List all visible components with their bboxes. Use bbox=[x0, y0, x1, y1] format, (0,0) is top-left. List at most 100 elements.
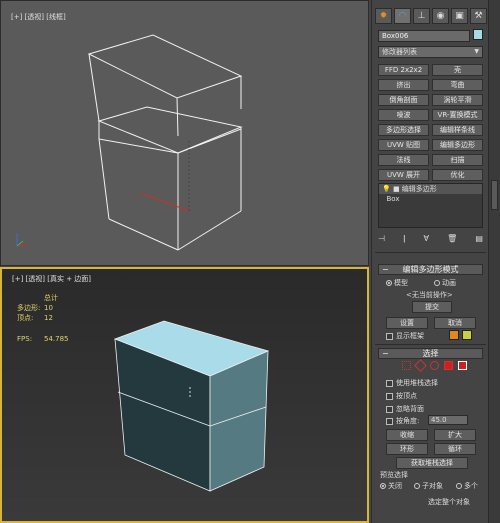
edge-select-icon[interactable] bbox=[414, 359, 427, 372]
rollout-title: 选择 bbox=[422, 349, 439, 358]
modifier-button[interactable]: UVW 贴图 bbox=[378, 139, 429, 151]
utilities-tab-icon[interactable]: ⚒ bbox=[470, 8, 487, 24]
perspective-viewport[interactable]: [+] [透视] [真实 + 边面] 总计 多边形: 10 顶点: 12 FPS: 5… bbox=[0, 267, 369, 523]
preview-subobject-radio[interactable]: 子对象 bbox=[414, 481, 443, 491]
scroll-thumb[interactable] bbox=[491, 180, 498, 210]
checkbox-label: 使用堆栈选择 bbox=[396, 379, 438, 387]
use-stack-selection-checkbox[interactable]: 使用堆栈选择 bbox=[386, 378, 438, 388]
x-axis-line bbox=[140, 192, 190, 212]
modifier-button[interactable]: 扫描 bbox=[432, 154, 483, 166]
collapse-icon: − bbox=[382, 349, 389, 358]
modifier-button[interactable]: 法线 bbox=[378, 154, 429, 166]
modifier-button[interactable]: 优化 bbox=[432, 169, 483, 181]
stack-item-edit-poly[interactable]: 💡 ■ 编辑多边形 bbox=[379, 184, 482, 194]
stack-item-label: 编辑多边形 bbox=[401, 185, 437, 193]
polygon-select-icon[interactable] bbox=[444, 361, 453, 370]
remove-modifier-icon[interactable]: 🗑 bbox=[447, 234, 457, 243]
object-color-swatch[interactable] bbox=[473, 29, 483, 40]
stack-toolbar: ⊣ ǀ ∀ 🗑 ▤ bbox=[378, 234, 483, 243]
checkbox-icon bbox=[386, 392, 393, 400]
modify-tab-icon[interactable]: ◠ bbox=[394, 8, 411, 24]
make-unique-icon[interactable]: ∀ bbox=[424, 234, 429, 243]
modifier-button[interactable]: VR-置换模式 bbox=[432, 109, 483, 121]
radio-icon bbox=[434, 280, 440, 286]
modifier-button[interactable]: 挤出 bbox=[378, 79, 429, 91]
grow-button[interactable]: 扩大 bbox=[434, 429, 476, 441]
radio-label: 子对象 bbox=[422, 482, 443, 490]
rollout-title: 编辑多边形模式 bbox=[402, 265, 459, 274]
stack-item-box[interactable]: Box bbox=[379, 194, 482, 204]
radio-icon bbox=[456, 483, 462, 489]
radio-icon bbox=[380, 483, 386, 489]
checkbox-icon bbox=[386, 417, 393, 425]
modifier-button[interactable]: UVW 展开 bbox=[378, 169, 429, 181]
show-end-result-icon[interactable]: ǀ bbox=[403, 234, 405, 243]
modifier-button[interactable]: 壳 bbox=[432, 64, 483, 76]
axis-gizmo-icon bbox=[16, 233, 28, 247]
stack-item-label: Box bbox=[386, 195, 400, 203]
checkbox-label: 忽略背面 bbox=[396, 405, 424, 413]
border-select-icon[interactable] bbox=[430, 361, 439, 370]
shaded-box bbox=[113, 320, 270, 492]
radio-icon bbox=[386, 280, 392, 286]
radio-label: 模型 bbox=[394, 279, 408, 287]
preview-off-radio[interactable]: 关闭 bbox=[380, 481, 402, 491]
checkbox-label: 按顶点 bbox=[396, 392, 417, 400]
create-tab-icon[interactable]: ✹ bbox=[375, 8, 392, 24]
preview-selection-label: 预览选择 bbox=[380, 471, 408, 479]
panel-scrollbar[interactable] bbox=[488, 0, 500, 523]
checkbox-icon bbox=[386, 405, 393, 413]
hierarchy-tab-icon[interactable]: ⊥ bbox=[413, 8, 430, 24]
ignore-backfacing-checkbox[interactable]: 忽略背面 bbox=[386, 404, 424, 414]
cage-color-swatch[interactable] bbox=[449, 330, 459, 340]
element-select-icon[interactable] bbox=[458, 361, 467, 370]
commit-button[interactable]: 提交 bbox=[412, 301, 452, 313]
pin-stack-icon[interactable]: ⊣ bbox=[378, 234, 385, 243]
cancel-button[interactable]: 取消 bbox=[434, 317, 476, 329]
mode-animate-radio[interactable]: 动画 bbox=[434, 278, 456, 288]
collapse-icon: − bbox=[382, 265, 389, 274]
settings-button[interactable]: 设置 bbox=[386, 317, 428, 329]
display-tab-icon[interactable]: ▣ bbox=[451, 8, 468, 24]
modifier-list-dropdown[interactable]: 修改器列表 ▼ bbox=[378, 46, 483, 58]
selection-rollout[interactable]: − 选择 bbox=[378, 348, 483, 359]
modifier-button[interactable]: 编辑多边形 bbox=[432, 139, 483, 151]
preview-multi-radio[interactable]: 多个 bbox=[456, 481, 478, 491]
by-angle-checkbox[interactable]: 按角度: bbox=[386, 416, 419, 426]
checkbox-label: 显示框架 bbox=[396, 332, 424, 340]
max-workspace: [+] [透视] [线框] [+] [透视] [真实 + 边面] 总计 多边形:… bbox=[0, 0, 500, 523]
mode-model-radio[interactable]: 模型 bbox=[386, 278, 408, 288]
modifier-button[interactable]: 涡轮平滑 bbox=[432, 94, 483, 106]
modifier-button[interactable]: 倒角剖面 bbox=[378, 94, 429, 106]
divider bbox=[375, 252, 486, 253]
get-stack-selection-button[interactable]: 获取堆栈选择 bbox=[396, 457, 468, 469]
modifier-button[interactable]: 弯曲 bbox=[432, 79, 483, 91]
loop-button[interactable]: 循环 bbox=[434, 443, 476, 455]
shrink-button[interactable]: 收缩 bbox=[386, 429, 428, 441]
wireframe-viewport[interactable]: [+] [透视] [线框] bbox=[0, 0, 369, 266]
cage-selected-color-swatch[interactable] bbox=[462, 330, 472, 340]
edit-poly-mode-rollout[interactable]: − 编辑多边形模式 bbox=[378, 264, 483, 275]
modifier-list-label: 修改器列表 bbox=[382, 48, 417, 56]
object-name-field[interactable]: Box006 bbox=[378, 30, 470, 42]
modifier-button[interactable]: FFD 2x2x2 bbox=[378, 64, 429, 76]
radio-label: 动画 bbox=[442, 279, 456, 287]
panel-tabs: ✹ ◠ ⊥ ◉ ▣ ⚒ bbox=[375, 8, 487, 24]
configure-sets-icon[interactable]: ▤ bbox=[475, 234, 483, 243]
show-cage-checkbox[interactable]: 显示框架 bbox=[386, 331, 424, 341]
radio-label: 多个 bbox=[464, 482, 478, 490]
motion-tab-icon[interactable]: ◉ bbox=[432, 8, 449, 24]
checkbox-icon bbox=[386, 332, 393, 340]
by-vertex-checkbox[interactable]: 按顶点 bbox=[386, 391, 417, 401]
vertex-select-icon[interactable] bbox=[402, 361, 411, 370]
chevron-down-icon: ▼ bbox=[474, 48, 479, 55]
modifier-buttons: FFD 2x2x2 壳挤出 弯曲 倒角剖面 涡轮平滑 噪波 VR-置换模式 多边形选择 编辑样条… bbox=[378, 64, 483, 181]
modifier-button[interactable]: 编辑样条线 bbox=[432, 124, 483, 136]
modifier-stack[interactable]: 💡 ■ 编辑多边形 Box bbox=[378, 183, 483, 228]
radio-icon bbox=[414, 483, 420, 489]
modifier-button[interactable]: 噪波 bbox=[378, 109, 429, 121]
ring-button[interactable]: 环形 bbox=[386, 443, 428, 455]
selection-status-text: 选定整个对象 bbox=[428, 498, 470, 506]
angle-spinner[interactable]: 45.0 bbox=[428, 415, 468, 425]
modifier-button[interactable]: 多边形选择 bbox=[378, 124, 429, 136]
